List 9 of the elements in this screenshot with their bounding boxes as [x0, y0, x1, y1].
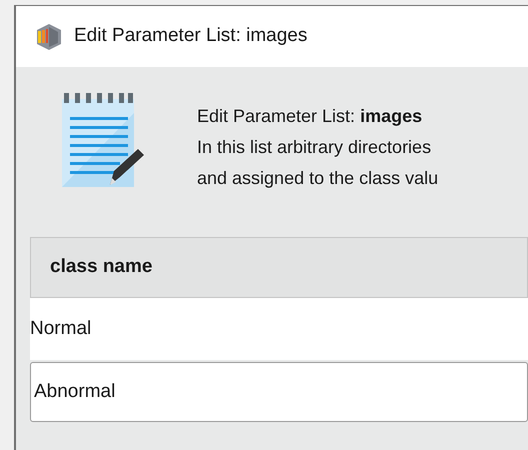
description-text: and assigned to the class valu [197, 167, 438, 190]
cell-input-field[interactable]: Abnormal [30, 362, 528, 422]
window-title: Edit Parameter List: images [74, 24, 308, 48]
column-header[interactable]: class name [30, 237, 528, 298]
description-text: Edit Parameter List: images [197, 105, 424, 128]
table-cell[interactable]: Normal [30, 298, 528, 360]
app-icon [34, 22, 64, 52]
notepad-pencil-icon [60, 93, 146, 189]
description-text: In this list arbitrary directories [197, 136, 432, 159]
